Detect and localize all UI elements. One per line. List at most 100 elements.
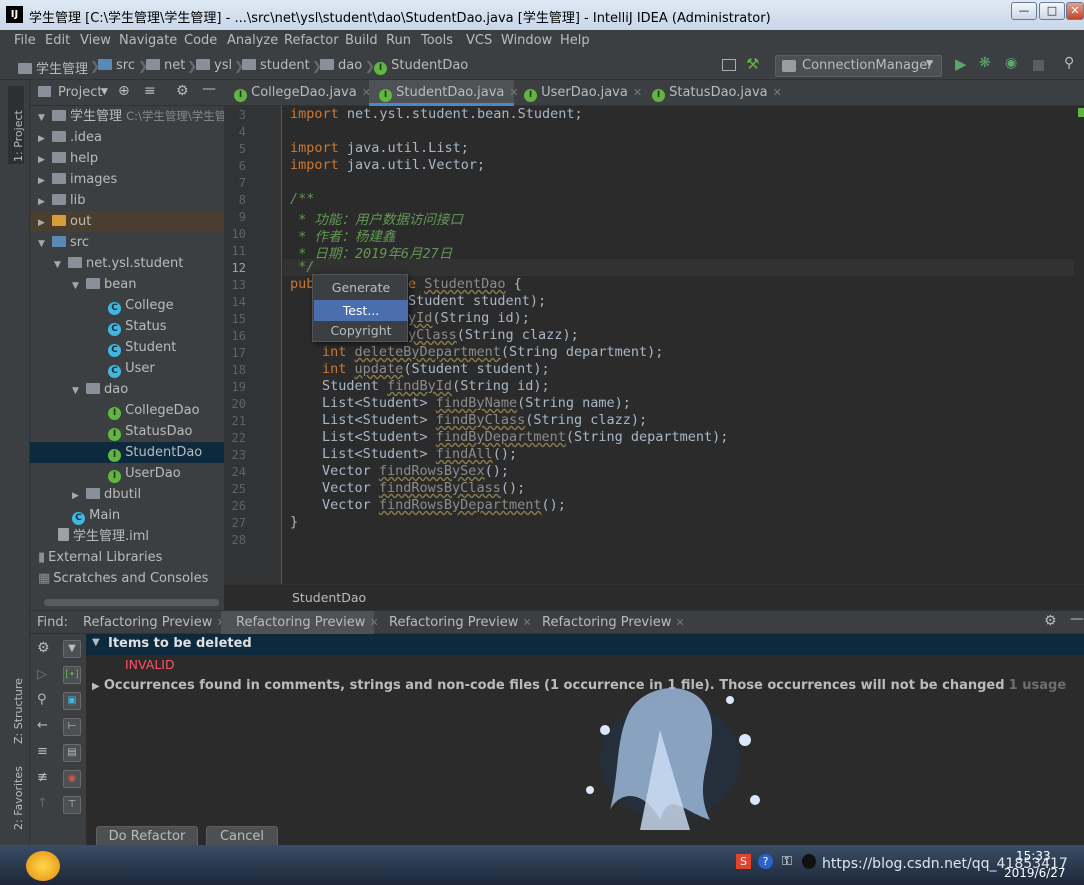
collapse-all-icon[interactable]: ≢ (37, 770, 48, 785)
menu-view[interactable]: View (80, 33, 111, 48)
tree-item-student[interactable]: C Student (30, 337, 224, 358)
tool-tab-favorites[interactable]: 2: Favorites (12, 766, 25, 830)
menu-help[interactable]: Help (560, 33, 590, 48)
gear-icon[interactable]: ⚙ (1044, 613, 1057, 629)
exclude-icon[interactable]: ◉ (63, 770, 81, 788)
project-structure-icon[interactable] (722, 59, 736, 71)
tree-item-main[interactable]: C Main (30, 505, 224, 526)
tree-root[interactable]: ▼ 学生管理 C:\学生管理\学生管理 (30, 106, 238, 127)
expand-all-icon[interactable]: ≡ (37, 744, 48, 759)
search-everywhere-icon[interactable]: ⚲ (1064, 55, 1074, 71)
tree-item-dao[interactable]: ▼ dao (30, 379, 224, 400)
expand-arrow-icon[interactable]: ▶ (92, 681, 100, 692)
group-by-icon[interactable]: [•] (63, 666, 81, 684)
breadcrumb-studentdao[interactable]: I StudentDao (374, 58, 468, 75)
menu-run[interactable]: Run (386, 33, 411, 48)
breadcrumb-src[interactable]: src (98, 58, 135, 73)
previous-occurrence-icon[interactable]: ← (37, 718, 48, 733)
build-hammer-icon[interactable]: ⚒ (746, 55, 759, 73)
tree-item-lib[interactable]: ▶ lib (30, 190, 224, 211)
tree-item-dbutil[interactable]: ▶ dbutil (30, 484, 224, 505)
tree-item-user[interactable]: C User (30, 358, 224, 379)
maximize-button[interactable]: □ (1039, 2, 1065, 20)
chevron-down-icon[interactable]: ▼ (101, 87, 108, 97)
menu-analyze[interactable]: Analyze (227, 33, 278, 48)
run-icon[interactable]: ▶ (955, 55, 967, 73)
breadcrumb-project[interactable]: 学生管理 (18, 58, 88, 77)
tree-item-images[interactable]: ▶ images (30, 169, 224, 190)
close-tab-icon[interactable]: ✕ (523, 616, 532, 629)
tab-statusdao[interactable]: I StatusDao.java ✕ (642, 80, 782, 106)
tab-refactoring-preview-1[interactable]: Refactoring Preview ✕ (83, 615, 226, 630)
tab-refactoring-preview-4[interactable]: Refactoring Preview ✕ (542, 615, 685, 630)
preview-icon[interactable]: ▣ (63, 692, 81, 710)
tree-node-items-to-delete[interactable]: ▼ Items to be deleted (86, 634, 1084, 655)
close-tab-icon[interactable]: ✕ (633, 86, 642, 99)
tool-tab-project[interactable]: 1: Project (12, 110, 25, 162)
gear-icon[interactable]: ⚙ (176, 83, 189, 99)
menu-vcs[interactable]: VCS (466, 33, 492, 48)
rerun-icon[interactable]: ▷ (37, 667, 47, 682)
filter-icon[interactable]: ▼ (63, 640, 81, 658)
debug-icon[interactable]: ❋ (979, 55, 991, 71)
pin-icon[interactable]: ⚲ (37, 692, 47, 707)
help-icon[interactable]: ? (758, 854, 773, 869)
tree-item-iml[interactable]: 学生管理.iml (30, 526, 224, 547)
minimize-button[interactable]: — (1011, 2, 1037, 20)
tab-collegedao[interactable]: I CollegeDao.java ✕ (224, 80, 371, 106)
stop-icon[interactable] (1033, 60, 1044, 71)
project-horizontal-scrollbar[interactable] (44, 599, 219, 606)
menu-build[interactable]: Build (345, 33, 378, 48)
close-window-button[interactable]: ✕ (1066, 2, 1084, 20)
menu-refactor[interactable]: Refactor (284, 33, 339, 48)
clock-date[interactable]: 2019/6/27 (1004, 866, 1066, 880)
key-icon[interactable]: ⚿ (782, 854, 792, 869)
tree-item-idea[interactable]: ▶ .idea (30, 127, 224, 148)
project-view-select[interactable]: Project (58, 85, 102, 100)
close-tab-icon[interactable]: ✕ (370, 616, 379, 629)
tree-item-help[interactable]: ▶ help (30, 148, 224, 169)
tree-item-college[interactable]: C College (30, 295, 224, 316)
breadcrumb-net[interactable]: net (146, 58, 185, 73)
editor-breadcrumb-item[interactable]: StudentDao (292, 590, 366, 605)
menu-item-copyright[interactable]: Copyright (314, 320, 408, 341)
tree-item-src[interactable]: ▼ src (30, 232, 224, 253)
tree-item-external-libraries[interactable]: ▮ External Libraries (30, 547, 224, 568)
run-configuration-select[interactable]: ConnectionManager ▼ (775, 55, 942, 77)
tab-userdao[interactable]: I UserDao.java ✕ (514, 80, 642, 106)
breadcrumb-dao[interactable]: dao (320, 58, 362, 73)
menu-file[interactable]: File (14, 33, 36, 48)
collapse-all-icon[interactable]: ≡ (144, 83, 156, 99)
hide-panel-icon[interactable]: — (1070, 611, 1084, 627)
expand-arrow-icon[interactable]: ▼ (92, 637, 100, 648)
menu-item-test[interactable]: Test... (314, 300, 408, 321)
hide-panel-icon[interactable]: — (202, 81, 216, 97)
sogou-ime-icon[interactable]: S (736, 854, 751, 869)
tree-item-statusdao[interactable]: I StatusDao (30, 421, 224, 442)
tree-item-scratches[interactable]: ▦ Scratches and Consoles (30, 568, 224, 589)
invalid-item[interactable]: INVALID (125, 657, 175, 672)
tab-refactoring-preview-3[interactable]: Refactoring Preview ✕ (389, 615, 532, 630)
tree-item-studentdao[interactable]: I StudentDao (30, 442, 224, 463)
tree-item-bean[interactable]: ▼ bean (30, 274, 224, 295)
qq-tray-icon[interactable] (802, 854, 816, 869)
tree-item-collegedao[interactable]: I CollegeDao (30, 400, 224, 421)
menu-window[interactable]: Window (501, 33, 552, 48)
up-arrow-icon[interactable]: ↑ (37, 796, 48, 811)
tree-item-package[interactable]: ▼ net.ysl.student (30, 253, 224, 274)
coverage-icon[interactable]: ◉ (1005, 55, 1017, 71)
clock-time[interactable]: 15:33 (1016, 849, 1051, 863)
menu-code[interactable]: Code (184, 33, 217, 48)
export-icon[interactable]: ⊤ (63, 796, 81, 814)
breadcrumb-student[interactable]: student (242, 58, 310, 73)
tab-studentdao[interactable]: I StudentDao.java ✕ (369, 80, 519, 106)
file-structure-icon[interactable]: ▤ (63, 744, 81, 762)
locate-icon[interactable]: ⊕ (118, 83, 130, 99)
tool-tab-structure[interactable]: Z: Structure (12, 678, 25, 744)
merge-icon[interactable]: ⊢ (63, 718, 81, 736)
close-tab-icon[interactable]: ✕ (676, 616, 685, 629)
tree-item-userdao[interactable]: I UserDao (30, 463, 224, 484)
menu-edit[interactable]: Edit (45, 33, 70, 48)
tab-refactoring-preview-2[interactable]: Refactoring Preview ✕ (236, 615, 379, 630)
gear-icon[interactable]: ⚙ (37, 640, 50, 656)
